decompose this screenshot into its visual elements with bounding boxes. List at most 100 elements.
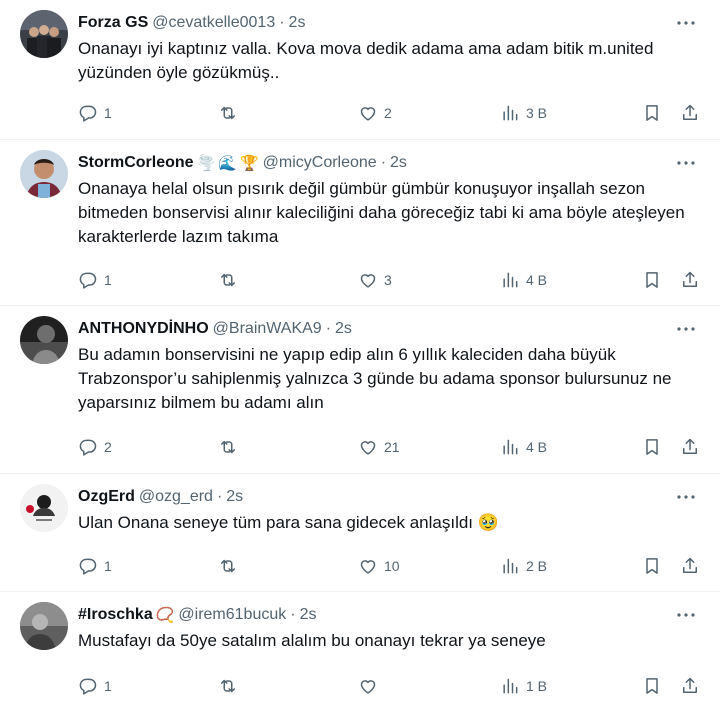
reply-button[interactable]: 1 xyxy=(78,101,112,125)
tweet[interactable]: StormCorleone 🌪️ 🌊 🏆 @micyCorleone · 2s … xyxy=(0,140,720,306)
tweet-header: Forza GS @cevatkelle0013 · 2s xyxy=(78,12,660,34)
reply-button[interactable]: 1 xyxy=(78,268,112,292)
views-button[interactable]: 3 B xyxy=(500,101,547,125)
author-name[interactable]: #Iroschka xyxy=(78,606,153,624)
timestamp[interactable]: 2s xyxy=(226,488,243,506)
tweet[interactable]: Forza GS @cevatkelle0013 · 2s Onanayı iy… xyxy=(0,0,720,140)
tweet-header: #Iroschka 📿 @irem61bucuk · 2s xyxy=(78,604,660,626)
retweet-button[interactable] xyxy=(218,554,244,578)
avatar[interactable] xyxy=(20,10,68,58)
view-count: 4 B xyxy=(526,439,548,455)
author-name[interactable]: Forza GS xyxy=(78,14,148,32)
like-button[interactable] xyxy=(358,674,384,698)
views-button[interactable]: 1 B xyxy=(500,674,547,698)
tweet-text: Onanaya helal olsun pısırık değil gümbür… xyxy=(78,179,685,246)
heart-icon xyxy=(358,437,378,457)
bookmark-icon xyxy=(642,270,662,290)
reply-button[interactable]: 1 xyxy=(78,674,112,698)
bookmark-button[interactable] xyxy=(642,674,662,698)
author-handle[interactable]: @irem61bucuk xyxy=(178,606,286,624)
more-icon[interactable] xyxy=(676,486,696,508)
tweet-text: Mustafayı da 50ye satalım alalım bu onan… xyxy=(78,631,546,650)
avatar[interactable] xyxy=(20,602,68,650)
share-button[interactable] xyxy=(680,435,700,459)
separator-dot: · xyxy=(380,154,387,171)
timestamp[interactable]: 2s xyxy=(300,606,317,624)
tweet-header: OzgErd @ozg_erd · 2s xyxy=(78,486,660,508)
action-bar: 1 2 3 B xyxy=(0,101,720,125)
view-count: 4 B xyxy=(526,272,548,288)
like-count: 3 xyxy=(384,272,392,288)
author-name[interactable]: OzgErd xyxy=(78,488,135,506)
name-emoji: 🏆 xyxy=(239,154,259,172)
author-name[interactable]: ANTHONYDİNHO xyxy=(78,320,209,338)
avatar[interactable] xyxy=(20,484,68,532)
avatar[interactable] xyxy=(20,316,68,364)
bookmark-button[interactable] xyxy=(642,268,662,292)
like-button[interactable]: 10 xyxy=(358,554,400,578)
author-handle[interactable]: @BrainWAKA9 xyxy=(213,320,322,338)
tweet[interactable]: ANTHONYDİNHO @BrainWAKA9 · 2s Bu adamın … xyxy=(0,306,720,474)
tweet-text: Bu adamın bonservisini ne yapıp edip alı… xyxy=(78,345,672,412)
share-icon xyxy=(680,270,700,290)
author-name[interactable]: StormCorleone xyxy=(78,154,194,172)
share-button[interactable] xyxy=(680,268,700,292)
action-bar: 1 1 B xyxy=(0,674,720,698)
bookmark-button[interactable] xyxy=(642,101,662,125)
heart-icon xyxy=(358,556,378,576)
share-button[interactable] xyxy=(680,554,700,578)
like-button[interactable]: 2 xyxy=(358,101,392,125)
author-handle[interactable]: @ozg_erd xyxy=(139,488,213,506)
retweet-button[interactable] xyxy=(218,435,244,459)
views-icon xyxy=(500,556,520,576)
separator-dot: · xyxy=(325,320,332,337)
name-emoji: 🌊 xyxy=(218,154,237,172)
reply-button[interactable]: 1 xyxy=(78,554,112,578)
reply-timeline: Forza GS @cevatkelle0013 · 2s Onanayı iy… xyxy=(0,0,720,710)
heart-icon xyxy=(358,103,378,123)
author-handle[interactable]: @micyCorleone xyxy=(263,154,377,172)
retweet-button[interactable] xyxy=(218,268,244,292)
action-bar: 1 3 4 B xyxy=(0,268,720,292)
bookmark-icon xyxy=(642,556,662,576)
timestamp[interactable]: 2s xyxy=(289,14,306,32)
reply-icon xyxy=(78,270,98,290)
reply-button[interactable]: 2 xyxy=(78,435,112,459)
like-button[interactable]: 21 xyxy=(358,435,400,459)
tweet[interactable]: #Iroschka 📿 @irem61bucuk · 2s Mustafayı … xyxy=(0,592,720,710)
views-button[interactable]: 2 B xyxy=(500,554,547,578)
views-button[interactable]: 4 B xyxy=(500,435,547,459)
bookmark-icon xyxy=(642,103,662,123)
reply-icon xyxy=(78,556,98,576)
author-handle[interactable]: @cevatkelle0013 xyxy=(152,14,275,32)
tweet-text: Ulan Onana seneye tüm para sana gidecek … xyxy=(78,513,499,532)
views-button[interactable]: 4 B xyxy=(500,268,547,292)
bookmark-button[interactable] xyxy=(642,435,662,459)
share-icon xyxy=(680,676,700,696)
like-button[interactable]: 3 xyxy=(358,268,392,292)
view-count: 3 B xyxy=(526,105,548,121)
like-count: 2 xyxy=(384,105,392,121)
views-icon xyxy=(500,103,520,123)
timestamp[interactable]: 2s xyxy=(390,154,407,172)
tweet[interactable]: OzgErd @ozg_erd · 2s Ulan Onana seneye t… xyxy=(0,474,720,592)
views-icon xyxy=(500,270,520,290)
avatar[interactable] xyxy=(20,150,68,198)
retweet-button[interactable] xyxy=(218,674,244,698)
bookmark-icon xyxy=(642,437,662,457)
view-count: 1 B xyxy=(526,678,548,694)
bookmark-button[interactable] xyxy=(642,554,662,578)
share-icon xyxy=(680,556,700,576)
more-icon[interactable] xyxy=(676,318,696,340)
timestamp[interactable]: 2s xyxy=(335,320,352,338)
more-icon[interactable] xyxy=(676,152,696,174)
share-button[interactable] xyxy=(680,674,700,698)
more-icon[interactable] xyxy=(676,12,696,34)
share-button[interactable] xyxy=(680,101,700,125)
more-icon[interactable] xyxy=(676,604,696,626)
tweet-text: Onanayı iyi kaptınız valla. Kova mova de… xyxy=(78,39,654,82)
action-bar: 1 10 2 B xyxy=(0,554,720,578)
action-bar: 2 21 4 B xyxy=(0,435,720,459)
reply-icon xyxy=(78,676,98,696)
retweet-button[interactable] xyxy=(218,101,244,125)
